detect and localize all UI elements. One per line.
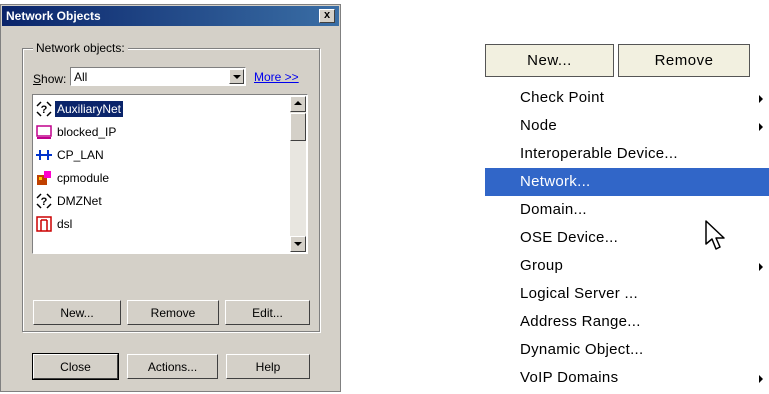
- menu-item-group[interactable]: Group: [485, 252, 769, 280]
- close-button-label: Close: [60, 359, 91, 374]
- edit-button-label: Edit...: [252, 305, 283, 320]
- menu-item-label: Domain...: [520, 201, 587, 218]
- close-window-button[interactable]: x: [319, 9, 335, 23]
- help-button-label: Help: [255, 359, 281, 374]
- list-item-label: cpmodule: [57, 170, 110, 185]
- group-label: Network objects:: [33, 41, 128, 55]
- list-item[interactable]: cpmodule: [34, 166, 290, 189]
- list-item-label: blocked_IP: [57, 124, 117, 139]
- mouse-pointer-icon: [705, 220, 725, 250]
- close-icon: x: [323, 9, 331, 21]
- list-item[interactable]: CP_LAN: [34, 143, 290, 166]
- remove-button-label: Remove: [150, 305, 196, 320]
- new-button[interactable]: New...: [33, 300, 121, 325]
- firewall-icon: [36, 215, 52, 232]
- submenu-arrow-icon: [759, 95, 763, 103]
- menu-item-label: Node: [520, 117, 558, 134]
- network-question-icon: ?: [36, 192, 52, 209]
- network-icon: [36, 147, 52, 163]
- remove-menu-button-label: Remove: [654, 52, 714, 69]
- menu-item-voip-domains[interactable]: VoIP Domains: [485, 364, 769, 392]
- title-bar: Network Objects x: [2, 6, 339, 26]
- show-label: Show:: [33, 72, 67, 86]
- new-menu-button-label: New...: [527, 52, 572, 69]
- menu-item-label: Check Point: [520, 89, 605, 106]
- new-menu-button[interactable]: New...: [485, 44, 614, 77]
- edit-button[interactable]: Edit...: [225, 300, 310, 325]
- scroll-thumb[interactable]: [290, 113, 306, 141]
- new-object-menu-panel: New... Remove Check Point Node Interoper…: [485, 44, 769, 394]
- show-filter-select[interactable]: All: [70, 67, 246, 86]
- help-button[interactable]: Help: [226, 354, 310, 379]
- menu-item-address-range[interactable]: Address Range...: [485, 308, 769, 336]
- menu-item-label: VoIP Domains: [520, 369, 619, 386]
- list-scrollbar[interactable]: [290, 96, 306, 252]
- menu-item-label: Network...: [520, 173, 591, 190]
- list-item[interactable]: dsl: [34, 212, 290, 235]
- menu-item-label: OSE Device...: [520, 229, 619, 246]
- submenu-arrow-icon: [759, 123, 763, 131]
- more-link[interactable]: More >>: [254, 70, 299, 84]
- show-filter-value: All: [74, 70, 88, 84]
- menu-item-network[interactable]: Network...: [485, 168, 769, 196]
- list-item-label: CP_LAN: [57, 147, 104, 162]
- scroll-up-icon[interactable]: [290, 96, 306, 112]
- submenu-arrow-icon: [759, 263, 763, 271]
- menu-item-dynamic-object[interactable]: Dynamic Object...: [485, 336, 769, 364]
- list-item[interactable]: ? AuxiliaryNet: [34, 97, 290, 120]
- menu-item-check-point[interactable]: Check Point: [485, 84, 769, 112]
- new-button-label: New...: [60, 305, 94, 320]
- list-item-label: AuxiliaryNet: [55, 100, 124, 117]
- list-item[interactable]: ? DMZNet: [34, 189, 290, 212]
- close-button[interactable]: Close: [32, 353, 119, 380]
- actions-button[interactable]: Actions...: [127, 354, 218, 379]
- host-icon: [36, 124, 52, 140]
- submenu-arrow-icon: [759, 375, 763, 383]
- menu-item-label: Address Range...: [520, 313, 641, 330]
- dialog-title: Network Objects: [6, 9, 101, 23]
- menu-item-label: Logical Server ...: [520, 285, 638, 302]
- remove-button[interactable]: Remove: [127, 300, 219, 325]
- network-objects-list[interactable]: ? AuxiliaryNet blocked_IP CP_LAN cpmodul…: [32, 94, 308, 254]
- list-item-label: DMZNet: [57, 193, 102, 208]
- menu-item-label: Dynamic Object...: [520, 341, 644, 358]
- menu-item-interoperable-device[interactable]: Interoperable Device...: [485, 140, 769, 168]
- chevron-down-icon[interactable]: [229, 69, 244, 84]
- menu-item-node[interactable]: Node: [485, 112, 769, 140]
- actions-button-label: Actions...: [147, 359, 198, 374]
- menu-item-logical-server[interactable]: Logical Server ...: [485, 280, 769, 308]
- list-item-label: dsl: [57, 216, 73, 231]
- scroll-down-icon[interactable]: [290, 236, 306, 252]
- network-question-icon: ?: [36, 100, 52, 117]
- svg-text:?: ?: [41, 104, 48, 116]
- remove-menu-button[interactable]: Remove: [618, 44, 750, 77]
- gateway-icon: [36, 170, 52, 186]
- list-item[interactable]: blocked_IP: [34, 120, 290, 143]
- menu-item-label: Interoperable Device...: [520, 145, 678, 162]
- menu-item-label: Group: [520, 257, 564, 274]
- svg-text:?: ?: [41, 196, 48, 208]
